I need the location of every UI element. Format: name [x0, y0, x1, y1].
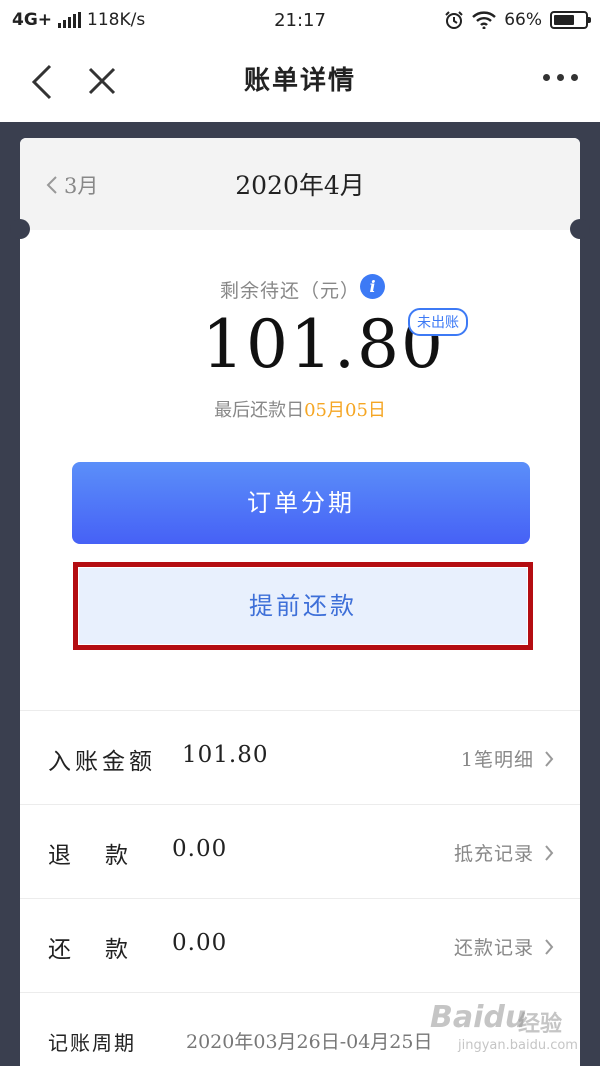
due-prefix: 最后还款日 — [214, 400, 305, 421]
detail-link[interactable]: 抵充记录 — [454, 839, 554, 866]
detail-label: 退款 — [48, 843, 162, 869]
chevron-right-icon — [545, 938, 554, 955]
baidu-watermark: Baidu 经验 jingyan.baidu.com — [400, 990, 600, 1066]
nav-bar: 账单详情 — [0, 40, 600, 122]
more-dots-icon[interactable] — [543, 74, 578, 81]
watermark-logo: Baidu — [430, 1000, 527, 1035]
period-label: 记账周期 — [48, 1031, 136, 1055]
battery-percent: 66% — [504, 10, 542, 30]
card-notch-left — [10, 219, 30, 239]
detail-label: 还款 — [48, 937, 162, 963]
detail-link[interactable]: 1笔明细 — [461, 745, 554, 772]
installment-button[interactable]: 订单分期 — [72, 462, 530, 544]
wifi-icon — [472, 11, 497, 29]
detail-value: 0.00 — [172, 836, 228, 862]
alarm-icon — [445, 11, 463, 29]
current-month: 2020年4月 — [235, 171, 365, 200]
page-title: 账单详情 — [243, 66, 356, 96]
due-date-line: 最后还款日05月05日 — [20, 396, 580, 422]
detail-value: 101.80 — [182, 742, 269, 768]
detail-value: 0.00 — [172, 930, 228, 956]
status-bar: 4G+ 118K/s 21:17 66% — [0, 0, 600, 40]
period-value: 2020年03月26日-04月25日 — [186, 1031, 433, 1053]
detail-link[interactable]: 还款记录 — [454, 933, 554, 960]
remaining-label: 剩余待还（元） — [20, 276, 580, 303]
watermark-text: 经验 — [518, 1012, 563, 1037]
prepay-button[interactable]: 提前还款 — [79, 568, 527, 644]
detail-row-repayment[interactable]: 还款 0.00 还款记录 — [20, 898, 580, 992]
card-notch-right — [570, 219, 590, 239]
chevron-right-icon — [545, 750, 554, 767]
battery-fill — [554, 15, 574, 25]
info-icon[interactable]: i — [360, 274, 385, 299]
battery-icon — [550, 11, 591, 29]
detail-row-refund[interactable]: 退款 0.00 抵充记录 — [20, 804, 580, 898]
remaining-label-text: 剩余待还（元） — [219, 280, 360, 302]
status-badge: 未出账 — [408, 308, 468, 336]
chevron-right-icon — [545, 844, 554, 861]
detail-label: 入账金额 — [48, 749, 156, 775]
detail-row-posted[interactable]: 入账金额 101.80 1笔明细 — [20, 710, 580, 804]
month-switcher: 3月 2020年4月 — [20, 138, 580, 230]
bill-card: 3月 2020年4月 剩余待还（元） i 101.80 未出账 最后还款日05月… — [20, 138, 580, 1066]
due-date: 05月05日 — [304, 400, 386, 421]
detail-link-text: 抵充记录 — [453, 843, 534, 865]
detail-link-text: 1笔明细 — [460, 749, 534, 771]
watermark-url: jingyan.baidu.com — [458, 1038, 578, 1053]
status-right: 66% — [444, 10, 591, 30]
detail-link-text: 还款记录 — [453, 937, 534, 959]
